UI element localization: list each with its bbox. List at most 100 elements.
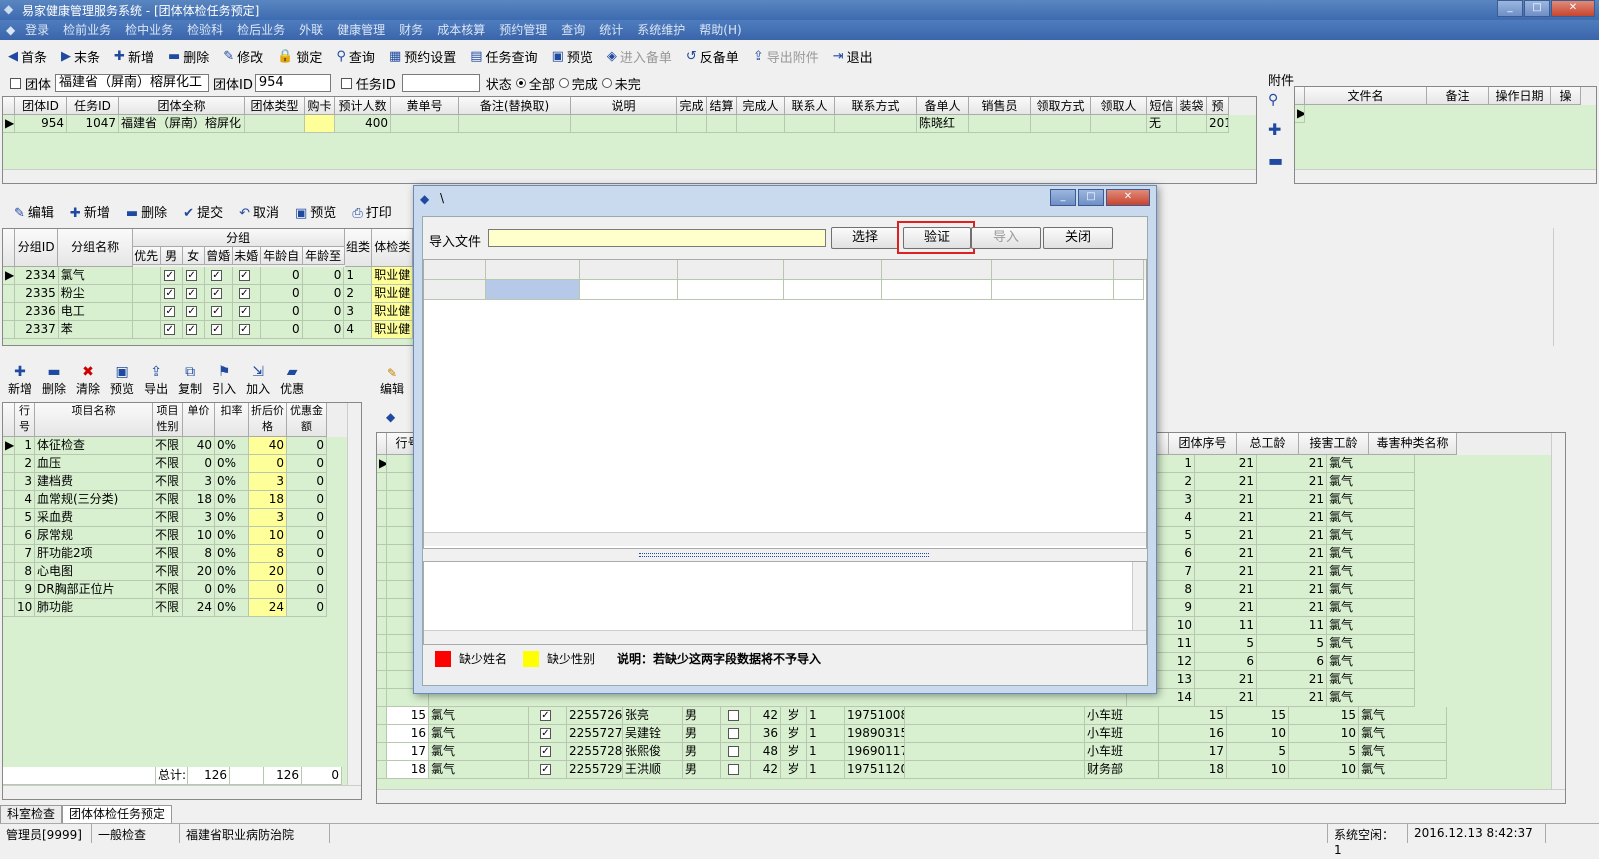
groupid-input[interactable]: 954 bbox=[254, 74, 331, 92]
group-checkbox[interactable] bbox=[186, 288, 198, 299]
minimize-button[interactable]: _ bbox=[1497, 0, 1523, 17]
menu-item-12[interactable]: 系统维护 bbox=[637, 23, 685, 37]
menu-item-8[interactable]: 成本核算 bbox=[437, 23, 485, 37]
item-row[interactable]: 2 血压 不限 0 0% 0 0 bbox=[3, 455, 361, 473]
group-checkbox[interactable] bbox=[164, 324, 176, 335]
dialog-close-button[interactable]: ✕ bbox=[1106, 189, 1150, 206]
group-row[interactable]: ▶2334氯气001职业健 bbox=[3, 267, 413, 285]
menu-item-2[interactable]: 检中业务 bbox=[125, 23, 173, 37]
item-row[interactable]: ▶ 1 体征检查 不限 40 0% 40 0 bbox=[3, 437, 361, 455]
group-row[interactable]: 2337苯004职业健 bbox=[3, 321, 413, 339]
group-checkbox[interactable] bbox=[186, 324, 198, 335]
item-row[interactable]: 6 尿常规 不限 10 0% 10 0 bbox=[3, 527, 361, 545]
splitter[interactable] bbox=[639, 553, 929, 557]
task-cell-16[interactable] bbox=[1031, 115, 1091, 133]
toolbar-export-button[interactable]: ⇪ 导出附件 bbox=[753, 47, 819, 66]
item-toolbar-button-5[interactable]: ⧉ 复制 bbox=[178, 364, 202, 397]
member-hscroll[interactable] bbox=[377, 789, 1565, 803]
task-cell-12[interactable] bbox=[785, 115, 835, 133]
member-checkbox-2[interactable] bbox=[728, 710, 739, 721]
group-toolbar-button-3[interactable]: ✔ 提交 bbox=[183, 202, 223, 221]
member-checkbox[interactable] bbox=[540, 728, 551, 739]
member-checkbox[interactable] bbox=[540, 764, 551, 775]
toolbar-reverse-button[interactable]: ↺ 反备单 bbox=[686, 47, 739, 66]
item-toolbar-button-3[interactable]: ▣ 预览 bbox=[110, 364, 134, 397]
task-cell-19[interactable] bbox=[1177, 115, 1207, 133]
item-row[interactable]: 9 DR胸部正位片 不限 0 0% 0 0 bbox=[3, 581, 361, 599]
member-checkbox[interactable] bbox=[540, 746, 551, 757]
group-row[interactable]: 2336电工003职业健 bbox=[3, 303, 413, 321]
group-checkbox[interactable] bbox=[164, 288, 176, 299]
group-toolbar-button-4[interactable]: ↶ 取消 bbox=[239, 202, 279, 221]
item-row[interactable]: 3 建档费 不限 3 0% 3 0 bbox=[3, 473, 361, 491]
item-toolbar-button-0[interactable]: ✚ 新增 bbox=[8, 364, 32, 397]
taskid-input[interactable] bbox=[401, 74, 480, 92]
task-cell-11[interactable] bbox=[737, 115, 785, 133]
group-input[interactable]: 福建省（屏南）榕屏化工 bbox=[55, 74, 210, 92]
group-checkbox[interactable] bbox=[238, 288, 250, 299]
status-done-radio[interactable] bbox=[558, 78, 569, 88]
menu-item-0[interactable]: 登录 bbox=[25, 23, 49, 37]
item-hscroll[interactable] bbox=[3, 785, 361, 799]
toolbar-plus-button[interactable]: ✚ 新增 bbox=[114, 47, 154, 66]
toolbar-enter-button[interactable]: ◈ 进入备单 bbox=[607, 47, 672, 66]
toolbar-query-button[interactable]: ▤ 任务查询 bbox=[470, 47, 537, 66]
import-button[interactable]: 导入 bbox=[971, 227, 1041, 249]
tab-group-task[interactable]: 团体体检任务预定 bbox=[62, 805, 173, 823]
maximize-button[interactable]: □ bbox=[1524, 0, 1550, 17]
member-checkbox-2[interactable] bbox=[728, 764, 739, 775]
group-checkbox[interactable] bbox=[238, 270, 250, 281]
menu-item-5[interactable]: 外联 bbox=[299, 23, 323, 37]
menu-item-7[interactable]: 财务 bbox=[399, 23, 423, 37]
item-toolbar-button-2[interactable]: ✖ 清除 bbox=[76, 364, 100, 397]
task-cell-2[interactable]: 福建省（屏南）榕屏化 bbox=[119, 115, 245, 133]
menu-item-6[interactable]: 健康管理 bbox=[337, 23, 385, 37]
task-cell-14[interactable]: 陈晓红 bbox=[917, 115, 969, 133]
toolbar-first-button[interactable]: ◀ 首条 bbox=[8, 47, 47, 66]
item-row[interactable]: 8 心电图 不限 20 0% 20 0 bbox=[3, 563, 361, 581]
task-cell-18[interactable]: 无 bbox=[1147, 115, 1177, 133]
member-row[interactable]: 16氯气2255727吴建铨男36岁119890315小车班161010氯气 bbox=[377, 725, 1565, 743]
toolbar-lock-button[interactable]: 🔒 锁定 bbox=[277, 47, 322, 66]
item-toolbar-button-4[interactable]: ⇪ 导出 bbox=[144, 364, 168, 397]
group-vscroll[interactable] bbox=[1553, 228, 1567, 346]
item-toolbar-button-7[interactable]: ⇲ 加入 bbox=[246, 364, 270, 397]
item-toolbar-button-8[interactable]: ▰ 优惠 bbox=[280, 364, 304, 397]
toolbar-minus-button[interactable]: ▬ 删除 bbox=[168, 47, 209, 66]
task-cell-15[interactable] bbox=[969, 115, 1031, 133]
member-nav-icon[interactable]: ◆ bbox=[386, 410, 395, 424]
dialog-close-btn[interactable]: 关闭 bbox=[1043, 227, 1113, 249]
member-checkbox[interactable] bbox=[540, 710, 551, 721]
task-cell-13[interactable] bbox=[835, 115, 917, 133]
toolbar-preview-button[interactable]: ▣ 预览 bbox=[552, 47, 593, 66]
member-edit-button[interactable]: ✎ 编辑 bbox=[380, 366, 404, 397]
log-hscroll[interactable] bbox=[424, 630, 1146, 644]
menu-item-3[interactable]: 检验科 bbox=[187, 23, 223, 37]
task-cell-20[interactable]: 201( bbox=[1207, 115, 1229, 133]
item-toolbar-button-1[interactable]: ▬ 删除 bbox=[42, 364, 66, 397]
group-toolbar-button-5[interactable]: ▣ 预览 bbox=[295, 202, 336, 221]
group-checkbox[interactable] bbox=[10, 77, 21, 89]
group-row[interactable]: 2335粉尘002职业健 bbox=[3, 285, 413, 303]
menu-item-13[interactable]: 帮助(H) bbox=[699, 23, 741, 37]
item-row[interactable]: 4 血常规(三分类) 不限 18 0% 18 0 bbox=[3, 491, 361, 509]
toolbar-exit-button[interactable]: ⇥ 退出 bbox=[833, 47, 873, 66]
toolbar-search-button[interactable]: ⚲ 查询 bbox=[336, 47, 375, 66]
group-toolbar-button-6[interactable]: ⎙ 打印 bbox=[352, 202, 391, 221]
group-checkbox[interactable] bbox=[210, 288, 222, 299]
dialog-maximize-button[interactable]: □ bbox=[1078, 189, 1104, 206]
menu-item-4[interactable]: 检后业务 bbox=[237, 23, 285, 37]
group-toolbar-button-2[interactable]: ▬ 删除 bbox=[126, 202, 167, 221]
member-row[interactable]: 15氯气2255726张亮男42岁119751008小车班151515氯气 bbox=[377, 707, 1565, 725]
toolbar-calendar-button[interactable]: ▦ 预约设置 bbox=[389, 47, 456, 66]
zoom-icon[interactable]: ⚲ bbox=[1268, 92, 1290, 108]
verify-hscroll[interactable] bbox=[424, 532, 1146, 546]
log-vscroll[interactable] bbox=[1132, 562, 1146, 630]
member-checkbox-2[interactable] bbox=[728, 746, 739, 757]
member-checkbox-2[interactable] bbox=[728, 728, 739, 739]
task-cell-9[interactable] bbox=[677, 115, 707, 133]
group-checkbox[interactable] bbox=[210, 324, 222, 335]
toolbar-edit-button[interactable]: ✎ 修改 bbox=[223, 47, 263, 66]
group-toolbar-button-0[interactable]: ✎ 编辑 bbox=[14, 202, 54, 221]
tab-department-exam[interactable]: 科室检查 bbox=[0, 805, 63, 823]
